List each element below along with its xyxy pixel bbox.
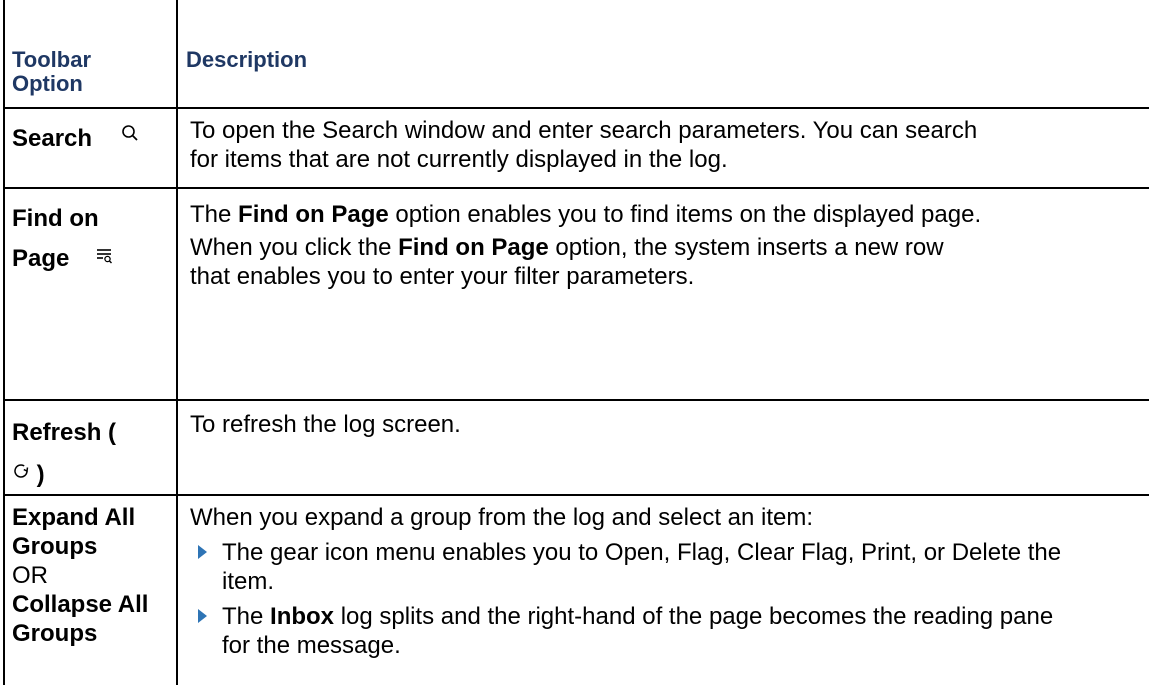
option-search: Search — [12, 124, 172, 153]
option-expand-all-groups: Expand All Groups — [12, 504, 136, 560]
header-description: Description — [186, 47, 308, 72]
header-toolbar-option: Toolbar Option — [12, 47, 92, 96]
search-icon — [121, 120, 139, 149]
option-search-label: Search — [12, 125, 93, 152]
option-refresh-line-2: ) — [12, 454, 172, 496]
find-on-page-paragraph-1: The Find on Page option enables you to f… — [190, 201, 982, 228]
option-refresh-label: Refresh ( — [12, 419, 117, 446]
toolbar-options-table: Toolbar Option Description Search To ope… — [0, 0, 1149, 685]
table-border-left — [3, 0, 5, 685]
option-refresh: Refresh ( ) — [12, 412, 172, 496]
description-expand-collapse: When you expand a group from the log and… — [190, 503, 1070, 660]
find-on-page-icon — [96, 248, 114, 269]
bullet-triangle-icon — [198, 545, 207, 559]
option-or: OR — [12, 562, 48, 589]
option-find-on-page: Find on Page — [12, 199, 172, 279]
description-search: To open the Search window and enter sear… — [190, 117, 978, 173]
description-find-on-page: The Find on Page option enables you to f… — [190, 200, 990, 291]
table-row-divider — [3, 494, 1149, 496]
list-item: The gear icon menu enables you to Open, … — [190, 538, 1070, 596]
option-refresh-close: ) — [36, 461, 45, 488]
option-expand-collapse: Expand All Groups OR Collapse All Groups — [12, 503, 177, 648]
table-row-divider — [3, 399, 1149, 401]
bullet-triangle-icon — [198, 609, 207, 623]
table-row-divider — [3, 187, 1149, 189]
description-refresh: To refresh the log screen. — [190, 411, 461, 438]
table-row-divider — [3, 107, 1149, 109]
list-item: The Inbox log splits and the right-hand … — [190, 602, 1070, 660]
find-on-page-paragraph-2: When you click the Find on Page option, … — [190, 234, 944, 290]
expand-intro: When you expand a group from the log and… — [190, 504, 814, 531]
option-collapse-all-groups: Collapse All Groups — [12, 591, 149, 647]
refresh-icon — [12, 452, 30, 494]
